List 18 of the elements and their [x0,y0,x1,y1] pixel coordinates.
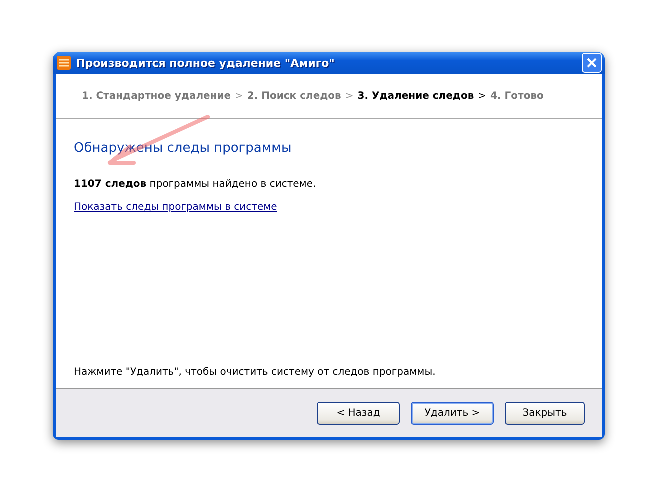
dialog-button[interactable]: Закрыть [505,402,585,424]
app-icon [57,56,71,70]
wizard-step: 1. Стандартное удаление [82,90,231,102]
step-separator: > [345,90,354,102]
window-title: Производится полное удаление "Амиго" [76,56,336,70]
close-button[interactable] [582,53,602,73]
dialog-button[interactable]: Удалить > [411,402,494,424]
summary-text: 1107 следов программы найдено в системе. [74,179,318,190]
wizard-step: 4. Готово [490,90,544,102]
step-separator: > [478,90,487,102]
dialog-button[interactable]: < Назад [317,402,400,424]
step-separator: > [235,90,244,102]
wizard-step: 2. Поиск следов [247,90,342,102]
wizard-step: 3. Удаление следов [358,90,474,102]
show-traces-link[interactable]: Показать следы программы в системе [74,202,278,213]
close-icon [586,57,598,69]
section-heading: Обнаружены следы программы [74,141,293,156]
hint-text: Нажмите "Удалить", чтобы очистить систему от следов программы. [74,367,437,378]
